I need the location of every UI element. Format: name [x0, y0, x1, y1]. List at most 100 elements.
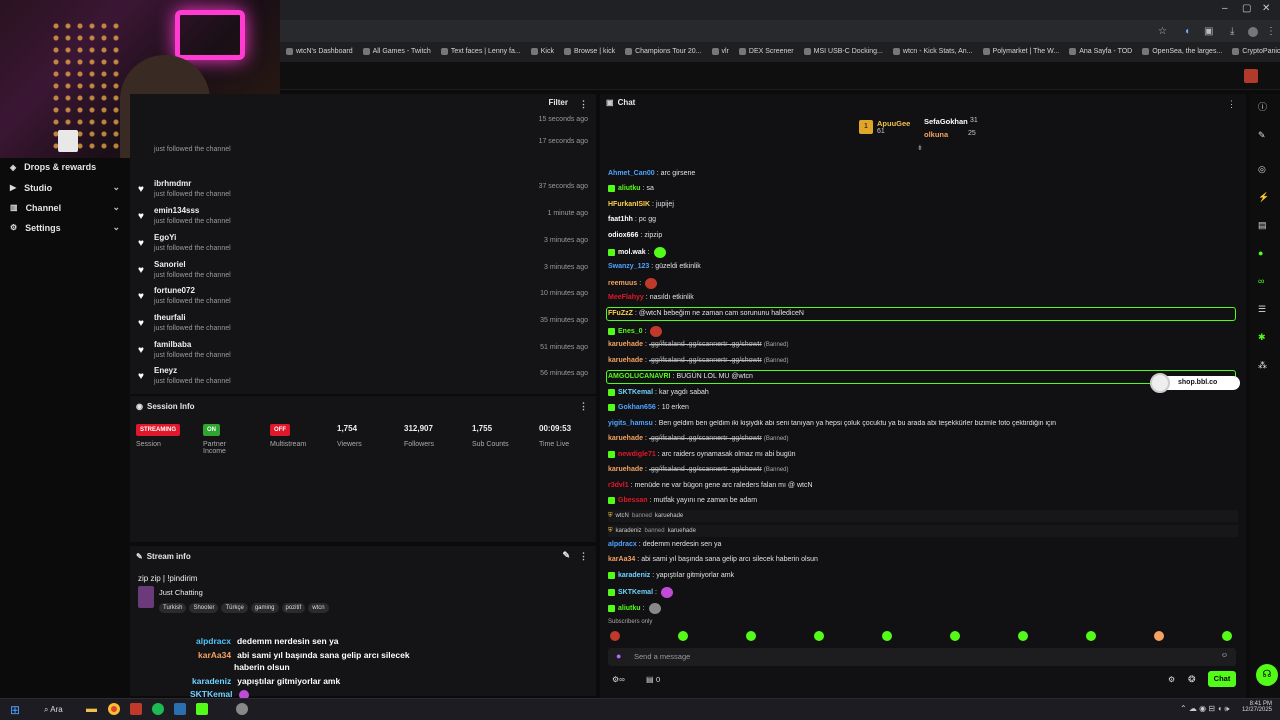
chevron-down-icon[interactable]: ⌄ — [112, 202, 120, 213]
chat-username[interactable]: reemuus — [608, 280, 637, 287]
sidebar-item-settings[interactable]: ⚙ Settings ⌄ — [10, 222, 120, 233]
chat-username[interactable]: faat1hh — [608, 216, 633, 223]
wrench-icon[interactable]: ✱ — [1258, 332, 1266, 343]
chat-username[interactable]: FFuZzZ — [608, 310, 633, 317]
taskbar-search[interactable]: ⌕ Ara — [44, 705, 63, 715]
emote-button[interactable] — [1018, 631, 1028, 641]
settings-icon[interactable]: ⚙ — [1168, 675, 1175, 684]
sidebar-item-channel[interactable]: ▥ Channel ⌄ — [10, 202, 120, 213]
kick-icon[interactable] — [196, 703, 208, 715]
windows-start-icon[interactable]: ⊞ — [10, 703, 20, 717]
tag[interactable]: Shooter — [189, 603, 219, 613]
audio-icon[interactable]: ◖ — [1184, 26, 1190, 37]
emote-button[interactable] — [610, 631, 620, 641]
chat-username[interactable]: Ahmet_Can00 — [608, 170, 655, 177]
chat-username[interactable]: SKTKemal — [618, 389, 653, 396]
chat-username[interactable]: newdigle71 — [618, 451, 656, 458]
info-icon[interactable]: ⓘ — [1258, 100, 1267, 113]
bookmark-item[interactable]: Browse | kick — [563, 47, 615, 55]
more-icon[interactable]: ⋮ — [579, 401, 588, 412]
bookmark-item[interactable]: Ana Sayfa - TOD — [1069, 47, 1132, 55]
tray-icons[interactable]: ⌃ ☁ ◉ ⊟ ◖ 🕪 — [1180, 704, 1229, 714]
bookmark-item[interactable]: vlr — [711, 47, 729, 55]
bookmark-item[interactable]: MSI USB-C Docking... — [803, 47, 883, 55]
more-icon[interactable]: ⋮ — [579, 551, 588, 562]
emote-button[interactable] — [678, 631, 688, 641]
tag[interactable]: Türkçe — [221, 603, 248, 613]
follower-name[interactable]: ibrhmdmr — [154, 179, 191, 188]
tag[interactable]: gaming — [250, 603, 279, 613]
avatar[interactable] — [1244, 69, 1258, 83]
bookmark-item[interactable]: Kick — [530, 47, 554, 55]
chat-username[interactable]: Enes_0 — [618, 328, 643, 335]
menu-icon[interactable]: ⋮ — [1266, 26, 1276, 37]
emote-button[interactable] — [1154, 631, 1164, 641]
chat-username[interactable]: yigits_hamsu — [608, 420, 653, 427]
maximize-icon[interactable]: ▢ — [1242, 3, 1251, 14]
bookmark-item[interactable]: DEX Screener — [738, 47, 794, 55]
chat-username[interactable]: aliutku — [618, 605, 641, 612]
document-icon[interactable]: ▤ — [1258, 220, 1267, 231]
link-icon[interactable]: ∞ — [1258, 276, 1264, 286]
chat-username[interactable]: HFurkanISIK — [608, 201, 650, 208]
follower-name[interactable]: EgoYi — [154, 233, 176, 242]
folder-icon[interactable]: ▬ — [86, 703, 97, 715]
share-icon[interactable]: ⁂ — [1258, 360, 1267, 371]
more-icon[interactable]: ⋮ — [579, 99, 588, 110]
chevron-down-icon[interactable]: ⌄ — [112, 222, 120, 233]
obs-icon[interactable] — [236, 703, 248, 715]
app-icon[interactable] — [130, 703, 142, 715]
chat-username[interactable]: karAa34 — [608, 556, 635, 563]
bookmark-item[interactable]: wtcn - Kick Stats, An... — [892, 47, 973, 55]
steam-icon[interactable] — [174, 703, 186, 715]
gifter-name[interactable]: SefaGokhan — [924, 117, 968, 126]
bookmark-item[interactable]: wtcN's Dashboard — [286, 47, 353, 55]
chat-username[interactable]: AMGOLUCANAVRI — [608, 373, 670, 380]
bookmark-item[interactable]: CryptoPanic - News... — [1232, 47, 1280, 55]
chat-username[interactable]: aliutku — [618, 185, 641, 192]
chrome-icon[interactable] — [108, 703, 120, 715]
tag[interactable]: Turkish — [159, 603, 187, 613]
pin-icon[interactable]: ⇟ — [917, 144, 923, 152]
chevron-down-icon[interactable]: ⌄ — [112, 182, 120, 193]
chat-username[interactable]: Gbessan — [618, 497, 648, 504]
chat-username[interactable]: karuehade — [608, 466, 643, 473]
moderated-user[interactable]: karuehade — [668, 528, 696, 534]
chat-username[interactable]: karuehade — [608, 341, 643, 348]
emote-button[interactable] — [1222, 631, 1232, 641]
chat-username[interactable]: odiox666 — [608, 232, 638, 239]
chat-username[interactable]: alpdracx — [608, 541, 637, 548]
emoji-icon[interactable]: ☺ — [1221, 652, 1228, 659]
follower-name[interactable]: theurfali — [154, 313, 186, 322]
filter-button[interactable]: Filter — [548, 98, 568, 107]
chat-username[interactable]: karadeniz — [618, 572, 650, 579]
follower-name[interactable]: Eneyz — [154, 366, 177, 375]
bookmark-item[interactable]: Champions Tour 20... — [625, 47, 702, 55]
chat-username[interactable]: SKTKemal — [618, 589, 653, 596]
moderator-name[interactable]: karadeniz — [616, 528, 642, 534]
bookmark-item[interactable]: OpenSea, the larges... — [1142, 47, 1222, 55]
profile-icon[interactable] — [1248, 27, 1258, 37]
download-icon[interactable]: ⤓ — [1230, 26, 1234, 37]
chat-username[interactable]: Gokhan656 — [618, 404, 656, 411]
extension-icon[interactable]: ▣ — [1204, 26, 1213, 37]
follower-name[interactable]: fortune072 — [154, 286, 195, 295]
headset-icon[interactable]: ☊ — [1256, 664, 1278, 686]
link-icon[interactable]: ⚙∞ — [612, 675, 625, 684]
stack-icon[interactable]: ☰ — [1258, 304, 1266, 315]
follower-name[interactable]: emin134sss — [154, 206, 199, 215]
chat-username[interactable]: karuehade — [608, 357, 643, 364]
emote-button[interactable] — [882, 631, 892, 641]
minimize-icon[interactable]: – — [1222, 3, 1228, 14]
chat-username[interactable]: r3dvl1 — [608, 482, 629, 489]
sidebar-item-studio[interactable]: ▶ Studio ⌄ — [10, 182, 120, 193]
sidebar-item-drops-rewards[interactable]: ◈ Drops & rewards — [10, 162, 120, 172]
address-bar[interactable] — [280, 20, 1280, 42]
pencil-icon[interactable]: ✎ — [1258, 130, 1266, 141]
mic-icon[interactable]: ● — [616, 651, 621, 661]
camera-icon[interactable]: ◎ — [1258, 164, 1266, 175]
emote-button[interactable] — [1086, 631, 1096, 641]
follower-name[interactable]: familbaba — [154, 340, 191, 349]
gifter-name[interactable]: olkuna — [924, 130, 948, 139]
more-icon[interactable]: ⋮ — [1227, 99, 1236, 110]
